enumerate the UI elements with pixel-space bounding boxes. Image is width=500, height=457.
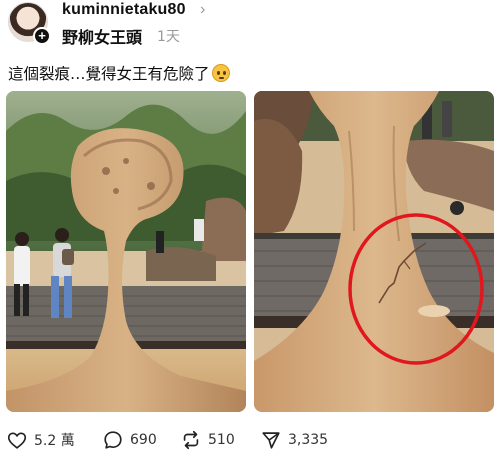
avatar-button[interactable]: + [8, 2, 51, 45]
username[interactable]: kuminnietaku80 [62, 1, 186, 19]
post-caption: 這個裂痕…覺得女王有危險了 [8, 62, 230, 84]
send-icon [262, 432, 280, 449]
comment-button[interactable]: 690 [102, 425, 157, 455]
photo-right[interactable] [254, 91, 494, 412]
repost-count: 510 [208, 432, 235, 448]
queens-head-rock-closeup-image [254, 91, 494, 412]
queens-head-rock-wide-image [6, 91, 246, 412]
post-header: + kuminnietaku80 › 野柳女王頭 1天 [0, 0, 500, 58]
follow-plus-icon[interactable]: + [33, 27, 51, 45]
like-button[interactable]: 5.2 萬 [6, 425, 75, 455]
repost-icon [183, 430, 199, 450]
topic-tag[interactable]: 野柳女王頭 [62, 24, 142, 48]
post-time: 1天 [157, 29, 180, 45]
share-button[interactable]: 3,335 [260, 425, 328, 455]
action-bar: 5.2 萬 690 510 3,335 [0, 425, 500, 455]
caption-text: 這個裂痕…覺得女王有危險了 [8, 65, 210, 83]
like-count: 5.2 萬 [34, 433, 75, 449]
pleading-face-emoji-icon [211, 64, 230, 82]
photo-left[interactable] [6, 91, 246, 412]
share-count: 3,335 [288, 432, 329, 448]
repost-button[interactable]: 510 [180, 425, 235, 455]
speech-bubble-icon [104, 431, 122, 449]
comment-count: 690 [130, 432, 157, 448]
heart-icon [7, 432, 27, 449]
chevron-right-icon[interactable]: › [200, 1, 205, 19]
